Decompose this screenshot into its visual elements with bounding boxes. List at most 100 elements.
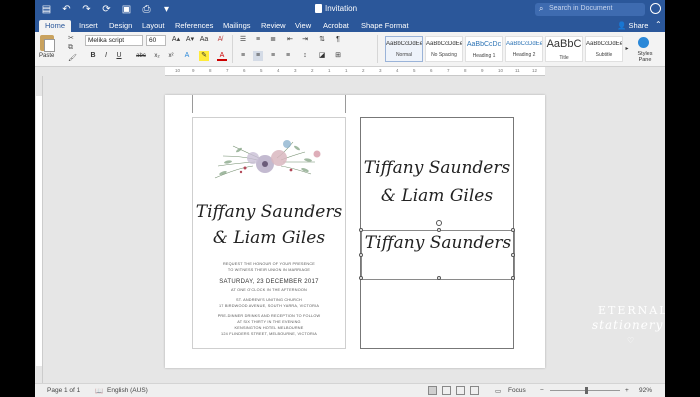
font-name-select[interactable]: Melika script (85, 35, 143, 46)
style-heading-1[interactable]: AaBbCcDc Heading 1 (465, 36, 503, 62)
align-left-icon[interactable]: ≡ (238, 51, 248, 61)
resize-handle[interactable] (437, 228, 441, 232)
spelling-icon[interactable]: 📖 (95, 387, 103, 395)
resize-handle[interactable] (511, 253, 515, 257)
language[interactable]: English (AUS) (107, 387, 148, 394)
tab-view[interactable]: View (289, 20, 317, 32)
align-center-icon[interactable]: ≡ (253, 51, 263, 61)
account-icon[interactable] (650, 3, 661, 14)
copy-icon[interactable]: ⧉ (68, 44, 73, 52)
tab-home[interactable]: Home (39, 20, 72, 32)
style-heading-2[interactable]: AaBbCcDdEe Heading 2 (505, 36, 543, 62)
resize-handle[interactable] (511, 228, 515, 232)
rotate-handle[interactable] (436, 220, 442, 226)
redo-icon[interactable]: ↷ (81, 3, 92, 15)
font-color-icon[interactable]: A (217, 51, 227, 61)
justify-icon[interactable]: ≡ (283, 51, 293, 61)
bullets-icon[interactable]: ☰ (238, 35, 248, 45)
highlight-icon[interactable]: ✎ (199, 51, 209, 61)
invitation-front-card[interactable]: Tiffany Saunders & Liam Giles REQUEST TH… (192, 117, 346, 349)
font-size-select[interactable]: 60 (146, 35, 166, 46)
tab-references[interactable]: References (169, 20, 219, 32)
selected-text-box-content[interactable]: Tiffany Saunders (362, 233, 514, 253)
decrease-indent-icon[interactable]: ⇤ (285, 35, 295, 45)
tab-mailings[interactable]: Mailings (217, 20, 257, 32)
style-normal[interactable]: AaBbCcDdEe Normal (385, 36, 423, 62)
strikethrough-icon[interactable]: abc (135, 51, 147, 61)
increase-indent-icon[interactable]: ⇥ (300, 35, 310, 45)
tab-shape-format[interactable]: Shape Format (355, 20, 415, 32)
line-spacing-icon[interactable]: ↕ (300, 51, 310, 61)
paste-icon[interactable] (40, 35, 55, 52)
customize-toolbar-icon[interactable]: ▾ (161, 3, 172, 15)
outline-view-icon[interactable] (456, 386, 465, 395)
grow-font-icon[interactable]: A▴ (171, 35, 181, 45)
ruler-tick-label: 2 (362, 68, 365, 73)
print-icon[interactable]: ⎙ (141, 3, 152, 15)
superscript-icon[interactable]: x² (166, 51, 176, 61)
styles-more-icon[interactable]: ▸ (624, 44, 630, 54)
document-page[interactable]: Tiffany Saunders & Liam Giles REQUEST TH… (165, 95, 545, 368)
zoom-slider-knob[interactable] (585, 387, 588, 394)
ruler-tick-label: 8 (464, 68, 467, 73)
styles-pane-icon[interactable] (638, 37, 649, 48)
paste-label[interactable]: Paste (39, 53, 54, 59)
format-painter-icon[interactable]: 🖌 (68, 54, 77, 62)
page-count[interactable]: Page 1 of 1 (47, 387, 80, 394)
resize-handle[interactable] (359, 276, 363, 280)
resize-handle[interactable] (359, 253, 363, 257)
ruler-tick-label: 9 (192, 68, 195, 73)
zoom-out-icon[interactable]: − (540, 387, 544, 394)
focus-icon[interactable]: ▭ (495, 387, 501, 395)
tab-design[interactable]: Design (103, 20, 138, 32)
shading-icon[interactable]: ◪ (317, 51, 327, 61)
tab-acrobat[interactable]: Acrobat (317, 20, 355, 32)
resize-handle[interactable] (437, 276, 441, 280)
web-layout-icon[interactable] (442, 386, 451, 395)
vertical-ruler[interactable] (35, 76, 43, 383)
styles-pane-label[interactable]: Styles Pane (633, 51, 657, 63)
tab-review[interactable]: Review (255, 20, 292, 32)
sidebar-toggle-icon[interactable]: ▤ (41, 3, 52, 15)
sort-icon[interactable]: ⇅ (317, 35, 327, 45)
horizontal-ruler[interactable]: 10 9 8 7 6 5 4 3 2 1 1 2 3 4 5 6 7 8 9 10 11 12 (165, 67, 545, 76)
italic-icon[interactable]: I (102, 51, 110, 61)
floral-bouquet-image[interactable] (193, 118, 347, 198)
style-no-spacing[interactable]: AaBbCcDdEe No Spacing (425, 36, 463, 62)
multilevel-list-icon[interactable]: ≣ (268, 35, 278, 45)
share-button[interactable]: 👤 Share (617, 21, 648, 30)
header-margin-mark (192, 95, 193, 113)
print-layout-icon[interactable] (428, 386, 437, 395)
borders-icon[interactable]: ⊞ (333, 51, 343, 61)
clear-formatting-icon[interactable]: A̸ (215, 35, 225, 45)
tab-layout[interactable]: Layout (136, 20, 171, 32)
style-sample: AaBbC (546, 38, 582, 50)
save-icon[interactable]: ▣ (121, 3, 132, 15)
collapse-ribbon-icon[interactable]: ⌃ (655, 20, 662, 29)
draft-view-icon[interactable] (470, 386, 479, 395)
style-title[interactable]: AaBbC Title (545, 36, 583, 62)
resize-handle[interactable] (359, 228, 363, 232)
style-subtitle[interactable]: AaBbCcDdEe Subtitle (585, 36, 623, 62)
underline-icon[interactable]: U (115, 51, 123, 61)
align-right-icon[interactable]: ≡ (268, 51, 278, 61)
cut-icon[interactable]: ✂ (68, 34, 74, 42)
show-formatting-icon[interactable]: ¶ (333, 35, 343, 45)
invitation-back-card[interactable]: Tiffany Saunders & Liam Giles Tiffany Sa… (359, 117, 515, 349)
subscript-icon[interactable]: x₂ (152, 51, 162, 61)
shrink-font-icon[interactable]: A▾ (185, 35, 195, 45)
zoom-level[interactable]: 92% (639, 387, 652, 394)
repeat-icon[interactable]: ⟳ (101, 3, 112, 15)
search-input[interactable]: ⌕ Search in Document (535, 3, 645, 16)
tab-insert[interactable]: Insert (73, 20, 104, 32)
numbering-icon[interactable]: ≡ (253, 35, 263, 45)
text-effects-icon[interactable]: A (182, 51, 192, 61)
focus-button[interactable]: Focus (508, 387, 526, 394)
selected-text-box[interactable]: Tiffany Saunders (359, 220, 515, 280)
resize-handle[interactable] (511, 276, 515, 280)
undo-icon[interactable]: ↶ (61, 3, 72, 15)
reception-line-3: KENSINGTON HOTEL MELBOURNE (234, 326, 304, 330)
change-case-icon[interactable]: Aa (199, 35, 209, 45)
bold-icon[interactable]: B (89, 51, 97, 61)
zoom-in-icon[interactable]: + (625, 387, 629, 394)
